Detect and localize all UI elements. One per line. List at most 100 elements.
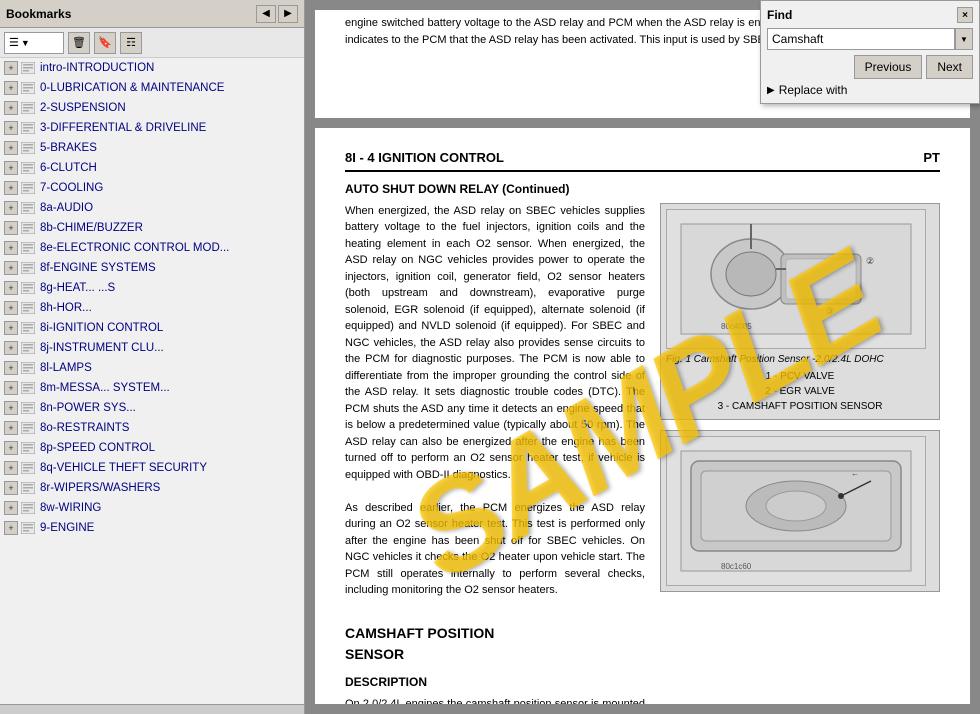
replace-with-row[interactable]: ▶ Replace with [767,83,973,97]
find-close-button[interactable]: × [957,7,973,23]
bookmark-label-6: 6-CLUTCH [40,162,97,174]
expand-icon-8w[interactable]: + [4,501,18,515]
bookmark-label-8i: 8i-IGNITION CONTROL [40,322,163,334]
bookmark-item-0[interactable]: + 0-LUBRICATION & MAINTENANCE [0,78,304,98]
body-text-2: As described earlier, the PCM energizes … [345,500,645,599]
figure-1-caption: Fig. 1 Camshaft Position Sensor -2.0/2.4… [666,352,934,367]
view-dropdown[interactable]: ☰ ▼ [4,32,64,54]
find-buttons: Previous Next [767,55,973,79]
expand-icon-8m[interactable]: + [4,381,18,395]
bookmark-page-icon-intro [20,61,36,75]
expand-icon-8r[interactable]: + [4,481,18,495]
figure-2-image: ← 80c1c60 [666,436,926,586]
bookmark-page-icon-0 [20,81,36,95]
bookmark-item-8i[interactable]: + 8i-IGNITION CONTROL [0,318,304,338]
bookmark-item-8o[interactable]: + 8o-RESTRAINTS [0,418,304,438]
figure-1-image: ② ③ 80c4085 [666,209,926,349]
scrollbar-horizontal[interactable] [0,704,304,714]
bookmark-item-6[interactable]: + 6-CLUTCH [0,158,304,178]
bookmark-item-8f[interactable]: + 8f-ENGINE SYSTEMS [0,258,304,278]
bookmark-item-8b[interactable]: + 8b-CHIME/BUZZER [0,218,304,238]
bookmark-page-icon-8i [20,321,36,335]
delete-button[interactable]: 🗑 [68,32,90,54]
bookmark-item-8j[interactable]: + 8j-INSTRUMENT CLU... [0,338,304,358]
bookmark-item-8m[interactable]: + 8m-MESSA... SYSTEM... [0,378,304,398]
bookmark-label-8h: 8h-HOR... [40,302,92,314]
bookmark-label-8a: 8a-AUDIO [40,202,93,214]
bookmark-item-5[interactable]: + 5-BRAKES [0,138,304,158]
body-text-1: When energized, the ASD relay on SBEC ve… [345,203,645,484]
bookmark-item-9[interactable]: + 9-ENGINE [0,518,304,538]
expand-icon-8o[interactable]: + [4,421,18,435]
bookmark-item-2[interactable]: + 2-SUSPENSION [0,98,304,118]
header-buttons: ◀ ▶ [256,5,298,23]
expand-icon-0[interactable]: + [4,81,18,95]
bookmark-label-0: 0-LUBRICATION & MAINTENANCE [40,82,224,94]
svg-text:←: ← [851,469,859,478]
expand-icon-8h[interactable]: + [4,301,18,315]
find-input[interactable] [767,28,955,50]
bookmark-page-icon-9 [20,521,36,535]
bookmark-item-8a[interactable]: + 8a-AUDIO [0,198,304,218]
previous-button[interactable]: Previous [854,55,923,79]
bookmark-label-8p: 8p-SPEED CONTROL [40,442,155,454]
bookmark-item-7[interactable]: + 7-COOLING [0,178,304,198]
nav-right-button[interactable]: ▶ [278,5,298,23]
expand-icon-6[interactable]: + [4,161,18,175]
description-title: DESCRIPTION [345,673,645,691]
bookmark-item-8r[interactable]: + 8r-WIPERS/WASHERS [0,478,304,498]
nav-left-button[interactable]: ◀ [256,5,276,23]
expand-icon-8p[interactable]: + [4,441,18,455]
expand-icon-8b[interactable]: + [4,221,18,235]
expand-icon-intro[interactable]: + [4,61,18,75]
bookmark-item-8h[interactable]: + 8h-HOR... [0,298,304,318]
expand-icon-7[interactable]: + [4,181,18,195]
expand-icon-8g[interactable]: + [4,281,18,295]
bookmark-item-3[interactable]: + 3-DIFFERENTIAL & DRIVELINE [0,118,304,138]
find-input-row: ▼ [767,28,973,50]
bookmark-page-icon-8h [20,301,36,315]
bookmark-label-8r: 8r-WIPERS/WASHERS [40,482,160,494]
bookmark-item-8n[interactable]: + 8n-POWER SYS... [0,398,304,418]
bookmark-page-icon-8p [20,441,36,455]
bookmark-page-icon-3 [20,121,36,135]
bookmark-page-icon-5 [20,141,36,155]
expand-icon-8l[interactable]: + [4,361,18,375]
camshaft-title: CAMSHAFT POSITIONSENSOR [345,623,645,665]
expand-icon-8j[interactable]: + [4,341,18,355]
bookmark-item-8l[interactable]: + 8l-LAMPS [0,358,304,378]
bookmark-label-8j: 8j-INSTRUMENT CLU... [40,342,164,354]
expand-icon-2[interactable]: + [4,101,18,115]
find-dropdown-button[interactable]: ▼ [955,28,973,50]
bookmark-page-icon-6 [20,161,36,175]
bookmark-label-8n: 8n-POWER SYS... [40,402,136,414]
bookmark-label-8o: 8o-RESTRAINTS [40,422,129,434]
expand-icon-8e[interactable]: + [4,241,18,255]
expand-icon-9[interactable]: + [4,521,18,535]
expand-icon-8n[interactable]: + [4,401,18,415]
bookmark-item-8w[interactable]: + 8w-WIRING [0,498,304,518]
bookmark-item-8p[interactable]: + 8p-SPEED CONTROL [0,438,304,458]
bookmark-item-intro[interactable]: + intro-INTRODUCTION [0,58,304,78]
document-panel: Find × ▼ Previous Next ▶ Replace with en… [305,0,980,714]
bookmark-page-icon-8r [20,481,36,495]
expand-icon-8i[interactable]: + [4,321,18,335]
bookmark-toolbar: ☰ ▼ 🗑 🔖 ☶ [0,28,304,58]
next-button[interactable]: Next [926,55,973,79]
expand-icon-5[interactable]: + [4,141,18,155]
bookmark-item-8e[interactable]: + 8e-ELECTRONIC CONTROL MOD... [0,238,304,258]
expand-icon-8f[interactable]: + [4,261,18,275]
bookmarks-title: Bookmarks [6,7,71,21]
bookmark-button[interactable]: 🔖 [94,32,116,54]
bookmark-page-icon-8j [20,341,36,355]
bookmark-item-8g[interactable]: + 8g-HEAT... ...S [0,278,304,298]
find-toolbar: Find × ▼ Previous Next ▶ Replace with [760,0,980,104]
expand-icon-8a[interactable]: + [4,201,18,215]
find-header: Find × [767,7,973,23]
bookmark-label-intro: intro-INTRODUCTION [40,62,154,74]
expand-icon-8q[interactable]: + [4,461,18,475]
bookmark-item-8q[interactable]: + 8q-VEHICLE THEFT SECURITY [0,458,304,478]
properties-button[interactable]: ☶ [120,32,142,54]
bookmark-label-8e: 8e-ELECTRONIC CONTROL MOD... [40,242,229,254]
expand-icon-3[interactable]: + [4,121,18,135]
